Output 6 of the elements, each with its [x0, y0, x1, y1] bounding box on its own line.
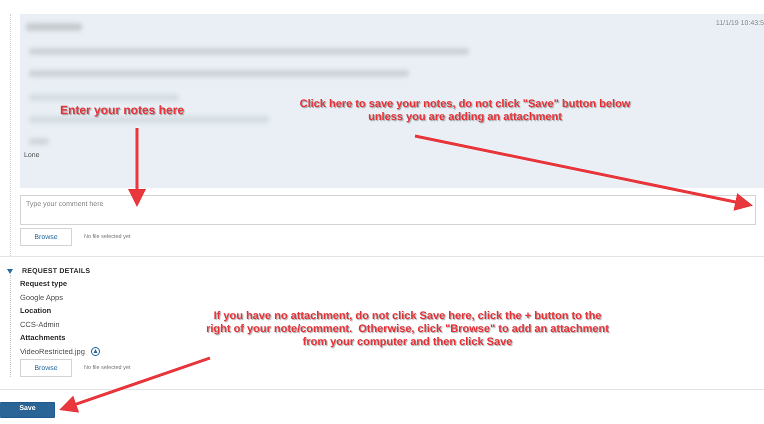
- redacted-name-drawing: [24, 20, 84, 34]
- annotation-text: Enter your notes here: [60, 103, 184, 118]
- download-icon[interactable]: [90, 347, 100, 356]
- annotation-text: If you have no attachment, do not click Save here, click the + button to the right of your note/comment. Otherwise, click "Browse" to add an attachment from your computer and then click Save: [205, 310, 610, 350]
- annotation-text: Click here to save your notes, do not click "Save" button below unless you are adding an attachment: [298, 98, 632, 124]
- expand-icon[interactable]: [7, 269, 13, 274]
